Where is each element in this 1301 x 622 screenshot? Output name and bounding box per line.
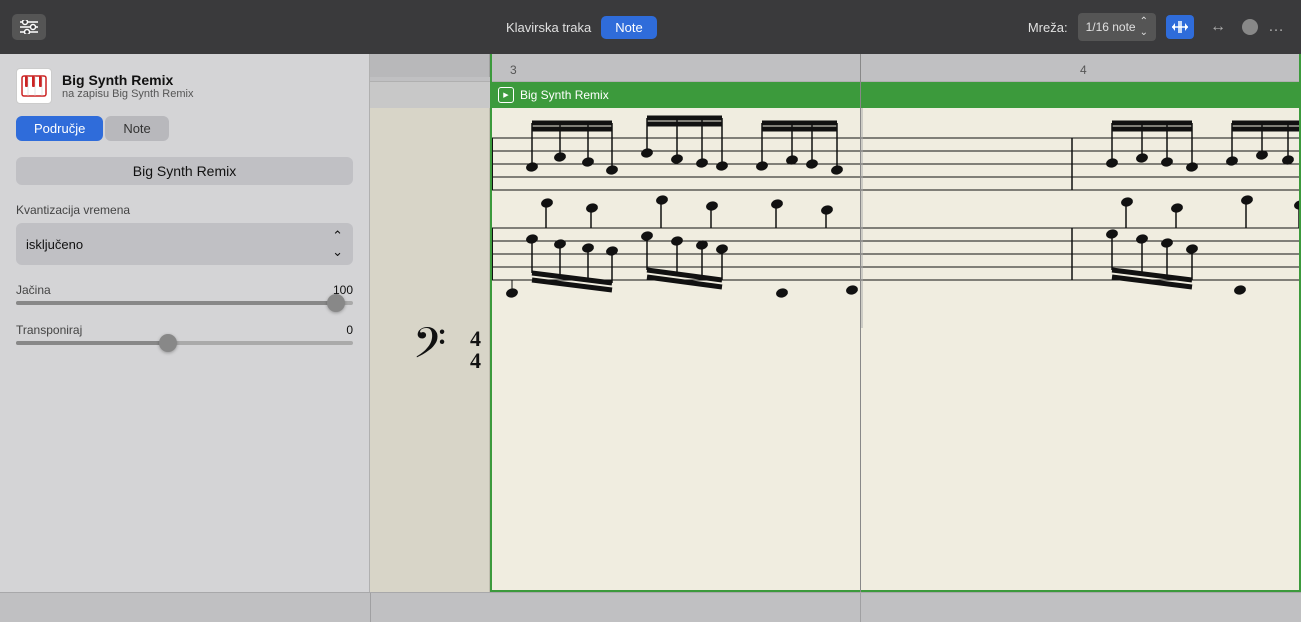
region-info: Big Synth Remix na zapisu Big Synth Remi… — [62, 72, 193, 100]
transponiraj-thumb[interactable] — [159, 334, 177, 352]
staff-left-gutter: 𝄢 4 4 — [370, 108, 490, 592]
region-bar[interactable]: Big Synth Remix — [490, 82, 1301, 108]
staff-paper: 𝄢 4 4 — [370, 108, 1301, 592]
transponiraj-value: 0 — [346, 323, 353, 337]
staff-svg — [492, 108, 1301, 592]
kvantizacija-dropdown[interactable]: isključeno ⌃⌄ — [16, 223, 353, 265]
jacina-label: Jačina — [16, 283, 51, 297]
region-title: Big Synth Remix — [62, 72, 193, 88]
transponiraj-fill — [16, 341, 168, 345]
klavirska-traka-label: Klavirska traka — [506, 20, 591, 35]
align-icon-btn[interactable] — [1166, 15, 1194, 39]
ruler-num-4: 4 — [1080, 63, 1087, 77]
ruler-num-3: 3 — [510, 63, 517, 77]
transponiraj-row: Transponiraj 0 — [16, 323, 353, 337]
jacina-row: Jačina 100 — [16, 283, 353, 297]
grid-label: Mreža: — [1028, 20, 1068, 35]
kvantizacija-value: isključeno — [26, 237, 83, 252]
expand-icon: ↔ — [1210, 18, 1226, 36]
playhead-line — [860, 54, 861, 592]
region-icon — [16, 68, 52, 104]
bass-clef: 𝄢 — [413, 321, 446, 378]
ruler-left-spacer — [370, 54, 490, 77]
expand-icon-btn[interactable]: ↔ — [1204, 15, 1232, 39]
toolbar-right: Mreža: 1/16 note ⌃⌄ ↔ … — [1028, 13, 1285, 41]
region-header: Big Synth Remix na zapisu Big Synth Remi… — [16, 68, 353, 104]
region-name-button[interactable]: Big Synth Remix — [16, 157, 353, 185]
center-toolbar: Klavirska traka Note Mreža: 1/16 note ⌃⌄… — [490, 0, 1301, 54]
toolbar-more-dots[interactable]: … — [1268, 18, 1285, 36]
bottom-divider-left — [370, 593, 371, 622]
jacina-fill — [16, 301, 336, 305]
toolbar-circle[interactable] — [1242, 19, 1258, 35]
region-subtitle: na zapisu Big Synth Remix — [62, 88, 193, 100]
score-area: 3 4 Big Synth Remix 𝄢 4 4 — [370, 54, 1301, 592]
toolbar-center-left: Klavirska traka Note — [506, 16, 657, 39]
kvantizacija-arrow: ⌃⌄ — [332, 228, 343, 260]
clef-area: 𝄢 — [413, 324, 446, 376]
jacina-thumb[interactable] — [327, 294, 345, 312]
time-bottom: 4 — [470, 350, 481, 372]
transponiraj-label: Transponiraj — [16, 323, 82, 337]
staff-lines-area — [490, 108, 1301, 592]
region-bar-name: Big Synth Remix — [520, 88, 609, 102]
grid-value: 1/16 note — [1086, 20, 1136, 34]
tab-row: Područje Note — [16, 116, 353, 141]
jacina-slider[interactable] — [16, 301, 353, 305]
score-ruler: 3 4 — [370, 54, 1301, 82]
time-signature: 4 4 — [470, 328, 481, 372]
bottom-divider-right — [860, 593, 861, 622]
top-left-toolbar — [0, 0, 490, 54]
time-top: 4 — [470, 328, 481, 350]
left-panel: Big Synth Remix na zapisu Big Synth Remi… — [0, 54, 370, 592]
note-button[interactable]: Note — [601, 16, 656, 39]
tab-note[interactable]: Note — [105, 116, 168, 141]
kvantizacija-label: Kvantizacija vremena — [16, 203, 353, 217]
grid-select[interactable]: 1/16 note ⌃⌄ — [1078, 13, 1156, 41]
region-play-icon — [498, 87, 514, 103]
grid-chevron: ⌃⌄ — [1140, 16, 1148, 38]
tab-podrucje[interactable]: Područje — [16, 116, 103, 141]
filter-button[interactable] — [12, 14, 46, 40]
bottom-bar — [0, 592, 1301, 622]
transponiraj-slider[interactable] — [16, 341, 353, 345]
